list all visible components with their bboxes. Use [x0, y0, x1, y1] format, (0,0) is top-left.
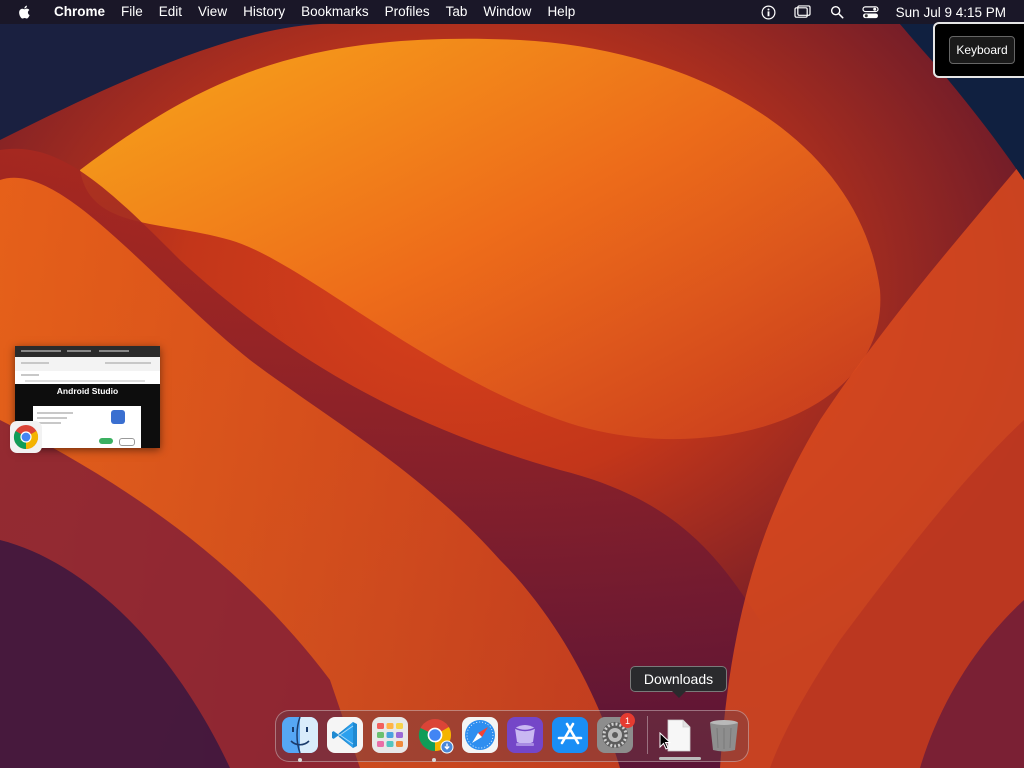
chrome-icon [418, 719, 454, 754]
menu-bar: Chrome File Edit View History Bookmarks … [0, 0, 1024, 24]
dock-tooltip-arrow [672, 691, 686, 698]
dock-item-app-store[interactable] [551, 716, 589, 754]
thumbnail-tab [67, 350, 91, 352]
safari-icon [462, 717, 498, 753]
screen-mirroring-icon[interactable] [794, 3, 812, 21]
vscode-icon [327, 717, 363, 753]
menubar-clock[interactable]: Sun Jul 9 4:15 PM [896, 5, 1006, 20]
dock-item-simulator[interactable] [506, 716, 544, 754]
app-store-icon [552, 717, 588, 753]
thumbnail-text-line [25, 380, 145, 382]
accessibility-icon[interactable] [760, 3, 778, 21]
keyboard-button[interactable]: Keyboard [949, 36, 1015, 64]
thumbnail-download-card [33, 406, 141, 448]
thumbnail-page-title: Android Studio [56, 386, 119, 396]
menu-window[interactable]: Window [475, 0, 539, 24]
menu-view[interactable]: View [190, 0, 235, 24]
dock-item-launchpad[interactable] [371, 716, 409, 754]
dock-item-chrome[interactable] [416, 716, 454, 754]
trash-icon [710, 720, 738, 752]
menu-edit[interactable]: Edit [151, 0, 190, 24]
notification-badge: 1 [620, 713, 635, 728]
menu-profiles[interactable]: Profiles [377, 0, 438, 24]
thumbnail-text-line [21, 362, 49, 364]
thumbnail-text-line [105, 362, 151, 364]
keyboard-panel: Keyboard [933, 22, 1024, 78]
spotlight-search-icon[interactable] [828, 3, 846, 21]
thumbnail-address-bar [15, 357, 160, 371]
status-area: Sun Jul 9 4:15 PM [752, 0, 1024, 24]
thumbnail-text-line [37, 417, 67, 419]
dock-tooltip: Downloads [630, 666, 727, 692]
downloads-progress-bar [659, 757, 701, 760]
dock-running-indicator [298, 758, 302, 762]
dock-item-trash[interactable] [705, 716, 743, 754]
dock-item-vscode[interactable] [326, 716, 364, 754]
android-studio-logo-icon [111, 410, 125, 424]
menu-app-name[interactable]: Chrome [52, 0, 113, 24]
menu-history[interactable]: History [235, 0, 293, 24]
launchpad-icon [372, 717, 408, 753]
apple-menu-icon[interactable] [17, 3, 35, 21]
dock-item-finder[interactable] [281, 716, 319, 754]
simulator-icon [507, 717, 543, 753]
dock-running-indicator [432, 758, 436, 762]
dock-item-safari[interactable] [461, 716, 499, 754]
thumbnail-text-line [37, 412, 73, 414]
thumbnail-text-line [21, 374, 39, 376]
chrome-icon [10, 421, 42, 453]
menu-file[interactable]: File [113, 0, 151, 24]
menu-help[interactable]: Help [539, 0, 583, 24]
control-center-icon[interactable] [862, 3, 880, 21]
menu-bookmarks[interactable]: Bookmarks [293, 0, 377, 24]
thumbnail-button [99, 438, 113, 444]
thumbnail-tab [21, 350, 61, 352]
menu-tab[interactable]: Tab [438, 0, 476, 24]
thumbnail-tab [99, 350, 129, 352]
thumbnail-button [119, 438, 135, 446]
mouse-cursor-icon [659, 732, 671, 750]
finder-icon [282, 716, 318, 754]
dock-separator [647, 716, 648, 754]
